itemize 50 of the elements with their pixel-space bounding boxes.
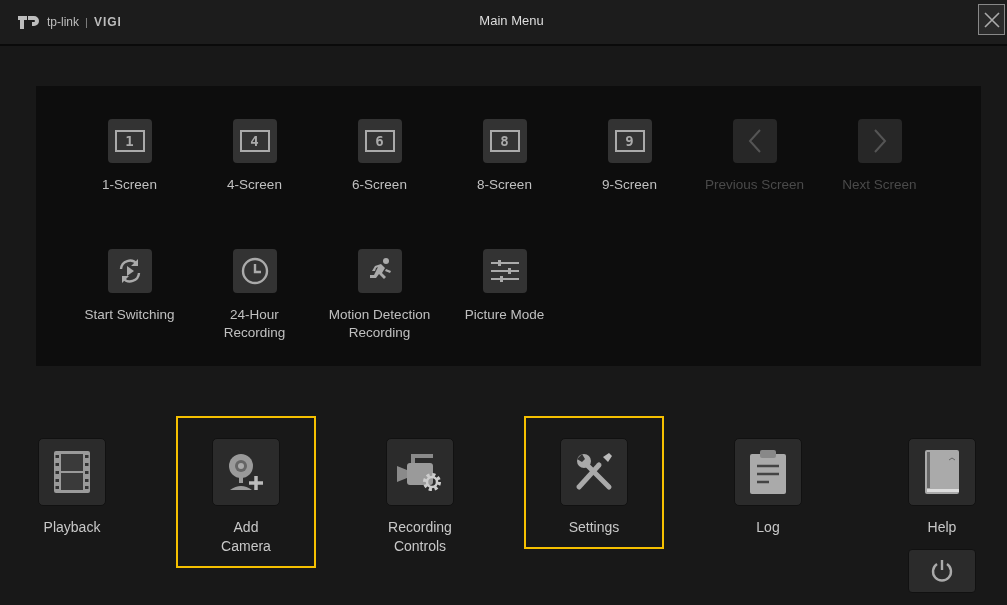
quick-action-button[interactable] [107,249,152,293]
webcam-plus-icon [226,452,266,492]
sliders-icon [490,259,519,283]
quick-action-label: Motion Detection Recording [328,306,431,342]
menu-label: Log [756,518,780,537]
screen-layout-button[interactable]: 4 [232,119,277,163]
left-chevron-icon [747,129,762,153]
menu-label: Settings [568,518,620,537]
quick-action-label: Picture Mode [464,306,545,324]
menu-label: Playback [43,518,101,537]
menu-button[interactable] [560,438,628,506]
menu-label: Recording Controls [388,518,452,556]
video-camera-gear-icon [397,452,443,492]
menu-label: Add Camera [221,518,271,556]
logo-icon [16,13,42,31]
window-title: Main Menu [478,12,545,28]
quick-action-label: Previous Screen [704,176,805,194]
right-chevron-icon [872,129,887,153]
quick-action-button[interactable] [232,249,277,293]
quick-action-label: 1-Screen [102,176,157,194]
book-icon [925,450,959,494]
quick-action-label: 9-Screen [602,176,657,194]
logo-brand-text: tp-link [47,15,79,29]
clipboard-icon [750,450,786,494]
quick-action-label: 24-Hour Recording [223,306,286,342]
power-icon [930,559,954,583]
menu-button[interactable] [38,438,106,506]
menu-label: Help [927,518,957,537]
film-strip-icon [54,451,90,493]
menu-button[interactable] [386,438,454,506]
logo-separator: | [85,16,88,28]
screen-layout-button[interactable]: 1 [107,119,152,163]
screen-layout-button[interactable]: 6 [357,119,402,163]
quick-action-label: Next Screen [842,176,917,194]
menu-button[interactable] [212,438,280,506]
menu-button[interactable] [734,438,802,506]
close-button[interactable] [978,4,1005,35]
quick-action-button[interactable] [482,249,527,293]
close-icon [983,11,1000,28]
quick-action-button[interactable] [357,249,402,293]
screen-layout-button[interactable]: 8 [482,119,527,163]
menu-button[interactable] [908,438,976,506]
logo-product-text: VIGI [93,15,122,29]
clock-icon [240,257,269,285]
quick-action-label: 8-Screen [477,176,532,194]
screen-layout-button[interactable]: 9 [607,119,652,163]
quick-action-label: Start Switching [84,306,175,324]
quick-action-label: 6-Screen [352,176,407,194]
quick-action-label: 4-Screen [227,176,282,194]
power-button[interactable] [908,549,976,593]
